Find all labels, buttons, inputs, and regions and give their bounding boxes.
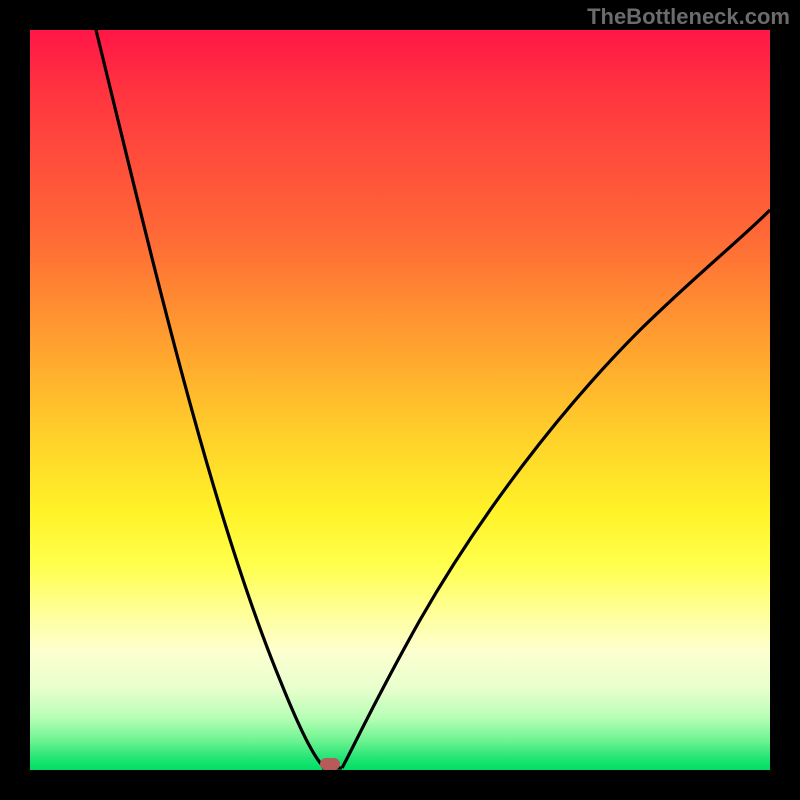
- right-branch-curve: [342, 210, 770, 768]
- plot-area: [30, 30, 770, 770]
- watermark-text: TheBottleneck.com: [587, 4, 790, 30]
- optimal-marker: [320, 758, 340, 770]
- curve-layer: [30, 30, 770, 770]
- chart-container: TheBottleneck.com: [0, 0, 800, 800]
- left-branch-curve: [96, 30, 330, 768]
